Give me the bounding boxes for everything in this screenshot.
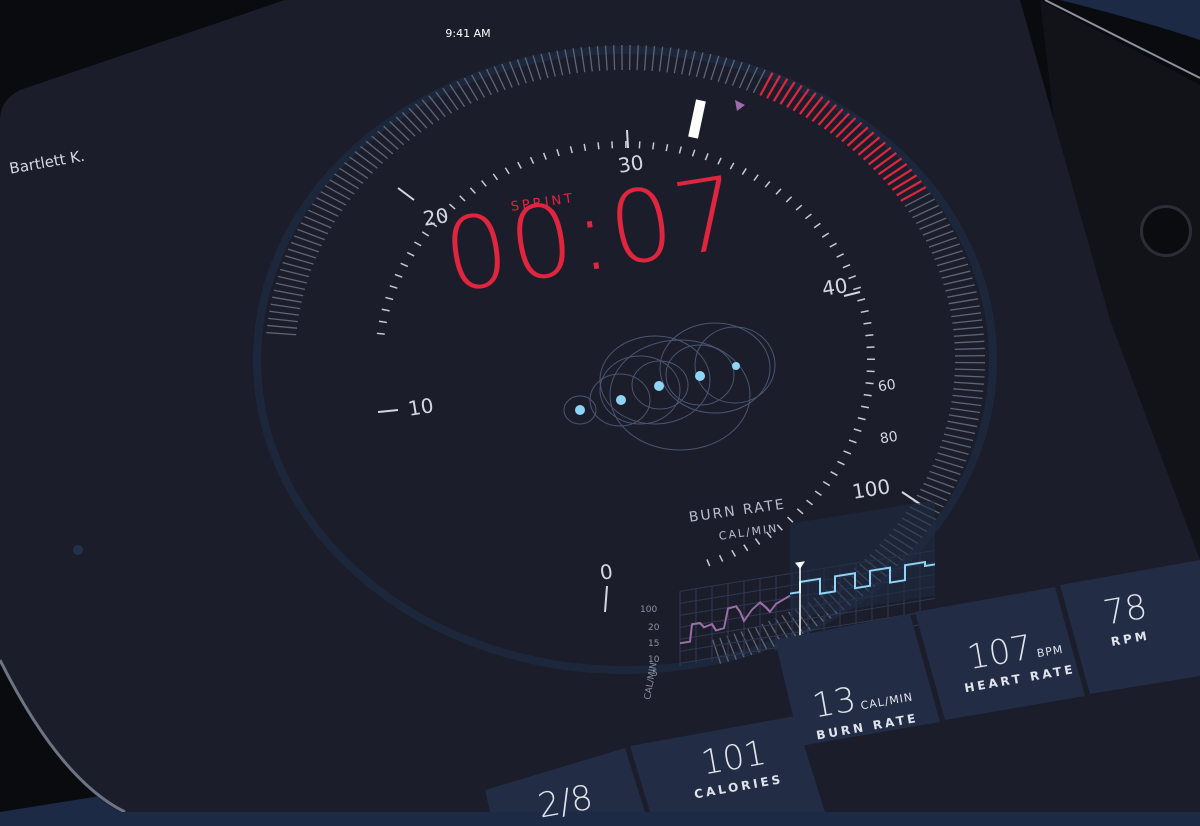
stat-value: 2/8 bbox=[535, 778, 596, 826]
camera-icon bbox=[73, 545, 83, 555]
stat-unit: BPM bbox=[1036, 643, 1065, 660]
home-button-icon[interactable] bbox=[1140, 205, 1192, 257]
stat-unit: CAL/MIN bbox=[860, 690, 914, 712]
stat-tile-partial[interactable]: 2/8 bbox=[535, 778, 596, 826]
stat-value: 13 bbox=[809, 680, 859, 727]
app-screen: 9:41 AM Bartlett K. bbox=[0, 0, 1200, 812]
stat-value: 78 bbox=[1100, 587, 1150, 634]
stat-tiles-bg bbox=[0, 0, 1200, 812]
